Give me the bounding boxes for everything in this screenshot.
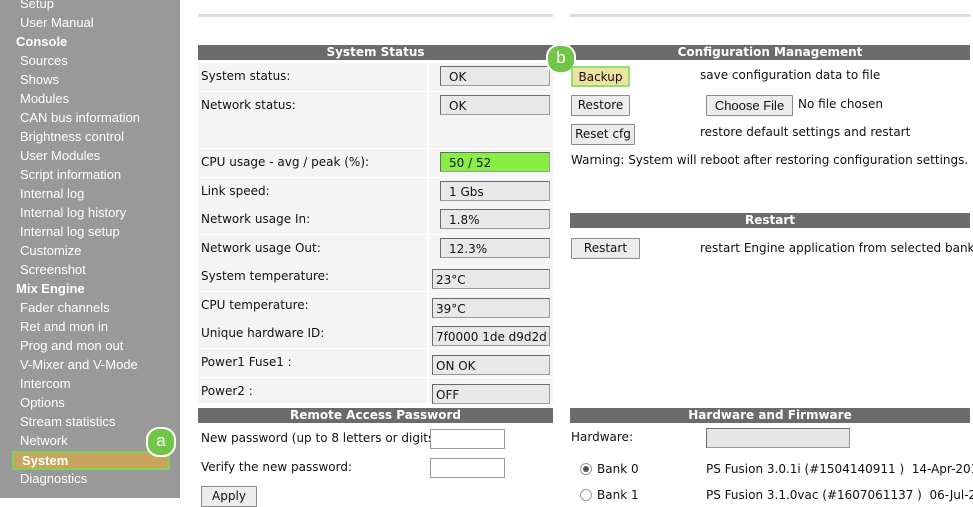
sidebar-item-user-manual[interactable]: User Manual [20,14,94,32]
sidebar-item-can-bus-information[interactable]: CAN bus information [20,109,140,127]
bank-1-firmware: PS Fusion 3.1.0vac (#1607061137 ) 06-Jul… [706,488,973,502]
status-row-value: ON OK [432,355,550,375]
sidebar-item-brightness-control[interactable]: Brightness control [20,128,124,146]
bank-1-label: Bank 1 [597,488,639,502]
sidebar-nav: Setup User Manual Console Sources Shows Modul… [0,0,180,498]
sidebar-item-setup[interactable]: Setup [20,0,54,13]
reboot-warning: Warning: System will reboot after restor… [571,153,969,167]
sidebar-item-modules[interactable]: Modules [20,90,69,108]
status-row-value: 50 / 52 [440,152,550,172]
sidebar-category-mix-engine: Mix Engine [16,281,85,296]
status-column-divider [427,292,429,320]
status-row-label: Power2 : [201,384,253,398]
choose-file-button[interactable]: Choose File [706,95,793,116]
sidebar-item-prog-and-mon-out[interactable]: Prog and mon out [20,337,123,355]
status-row-value: 1.8% [440,209,550,229]
status-column-divider [427,63,429,91]
sidebar-item-system[interactable]: System [12,451,170,470]
status-row-value: 39°C [432,298,550,318]
bank-0-radio[interactable] [580,463,592,475]
top-divider-left [198,14,553,17]
hardware-firmware-header: Hardware and Firmware [570,408,970,423]
verify-password-input[interactable] [430,458,505,478]
sidebar-item-ret-and-mon-in[interactable]: Ret and mon in [20,318,108,336]
status-row-label: Power1 Fuse1 : [201,355,292,369]
status-row-label: CPU usage - avg / peak (%): [201,155,370,169]
remote-access-header: Remote Access Password [198,408,553,423]
sidebar-item-shows[interactable]: Shows [20,71,59,89]
bank-0-label: Bank 0 [597,462,639,476]
config-mgmt-header: Configuration Management [570,45,970,60]
status-column-divider [427,178,429,206]
restore-button[interactable]: Restore [571,95,630,116]
restart-header: Restart [570,213,970,228]
reset-description: restore default settings and restart [700,125,911,139]
sidebar-item-options[interactable]: Options [20,394,65,412]
sidebar-item-sources[interactable]: Sources [20,52,68,70]
status-row-label: Unique hardware ID: [201,326,325,340]
status-column-divider [427,320,429,348]
status-row-label: Link speed: [201,184,270,198]
bank-0-firmware: PS Fusion 3.0.1i (#1504140911 ) 14-Apr-2… [706,462,973,476]
sidebar-item-v-mixer-and-v-mode[interactable]: V-Mixer and V-Mode [20,356,138,374]
status-column-divider [427,378,429,403]
sidebar-item-stream-statistics[interactable]: Stream statistics [20,413,115,431]
no-file-chosen-text: No file chosen [798,97,884,111]
status-row-value: OK [440,95,550,115]
sidebar-item-screenshot[interactable]: Screenshot [20,261,86,279]
backup-description: save configuration data to file [700,68,881,82]
restart-button[interactable]: Restart [571,238,640,259]
status-column-divider [427,149,429,177]
hardware-label: Hardware: [571,430,633,444]
hardware-value [706,428,850,448]
status-row-label: Network status: [201,98,296,112]
new-password-input[interactable] [430,429,505,449]
verify-password-label: Verify the new password: [201,460,352,474]
status-row-value: 12.3% [440,238,550,258]
status-column-divider [427,120,429,148]
sidebar-item-script-information[interactable]: Script information [20,166,121,184]
status-column-divider [427,349,429,377]
top-divider-right [570,14,970,17]
status-row-value: 23°C [432,269,550,289]
status-column-divider [427,206,429,234]
status-column-divider [427,235,429,263]
status-row-value: OFF [432,384,550,404]
status-row-value: 7f0000 1de d9d2d [432,326,550,346]
sidebar-item-customize[interactable]: Customize [20,242,81,260]
sidebar-item-diagnostics[interactable]: Diagnostics [20,470,87,488]
status-row-label: Network usage Out: [201,241,321,255]
status-row-label: CPU temperature: [201,298,309,312]
callout-a-badge: a [146,427,176,457]
sidebar-item-internal-log-setup[interactable]: Internal log setup [20,223,120,241]
sidebar-item-fader-channels[interactable]: Fader channels [20,299,110,317]
status-row [198,120,553,149]
reset-cfg-button[interactable]: Reset cfg [571,124,635,145]
sidebar-item-user-modules[interactable]: User Modules [20,147,100,165]
sidebar-category-console: Console [16,34,68,49]
status-row-label: System temperature: [201,269,330,283]
backup-button[interactable]: Backup [571,66,630,87]
status-column-divider [427,92,429,120]
status-row-label: Network usage In: [201,212,311,226]
system-status-header: System Status [198,45,553,60]
sidebar-item-intercom[interactable]: Intercom [20,375,71,393]
bank-1-radio[interactable] [580,489,592,501]
sidebar-item-network[interactable]: Network [20,432,68,450]
restart-description: restart Engine application from selected… [700,241,973,255]
sidebar-item-internal-log[interactable]: Internal log [20,185,84,203]
new-password-label: New password (up to 8 letters or digits)… [201,431,443,445]
status-row-label: System status: [201,69,291,83]
status-row-value: 1 Gbs [440,181,550,201]
sidebar-item-internal-log-history[interactable]: Internal log history [20,204,126,222]
status-row-value: OK [440,66,550,86]
status-column-divider [427,263,429,291]
apply-button[interactable]: Apply [201,486,257,507]
